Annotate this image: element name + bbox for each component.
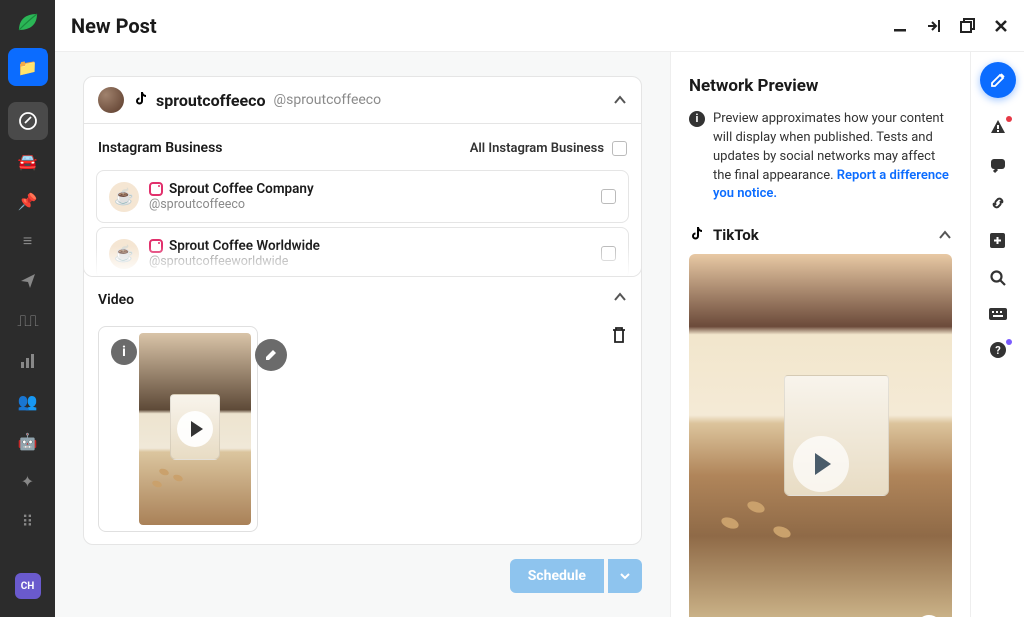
compose-fab[interactable]	[980, 62, 1016, 98]
profile-handle: @sproutcoffeeco	[274, 92, 382, 108]
checkbox[interactable]	[601, 246, 616, 261]
rail-item-pin[interactable]: 📌	[8, 182, 48, 220]
page-title: New Post	[71, 14, 892, 38]
section-instagram-title: Instagram Business	[98, 140, 222, 156]
topbar: New Post	[55, 0, 1024, 52]
preview-info: i Preview approximates how your content …	[689, 110, 952, 204]
chevron-up-icon[interactable]	[613, 292, 627, 308]
schedule-dropdown-button[interactable]	[608, 559, 642, 593]
video-section-title: Video	[98, 292, 134, 308]
option-handle: @sproutcoffeeworldwide	[149, 254, 591, 269]
rail-item-list[interactable]: ≡	[8, 222, 48, 260]
profile-dropdown-body: Instagram Business All Instagram Busines…	[84, 123, 641, 277]
windows-icon[interactable]	[960, 18, 976, 34]
video-section: Video i	[83, 255, 642, 545]
profile-name: sproutcoffeeco	[156, 91, 266, 110]
rail-item-star[interactable]: ✦	[8, 462, 48, 500]
rail-item-dashboard[interactable]: 🚘	[8, 142, 48, 180]
search-icon[interactable]	[989, 269, 1007, 287]
info-icon[interactable]: i	[111, 339, 137, 365]
svg-text:?: ?	[995, 344, 1001, 357]
chevron-up-icon	[613, 95, 627, 105]
profile-picker-header[interactable]: sproutcoffeeco @sproutcoffeeco	[84, 77, 641, 123]
rail-user-avatar[interactable]: CH	[8, 567, 48, 605]
rail-item-send[interactable]	[8, 262, 48, 300]
profile-avatar	[98, 87, 124, 113]
schedule-button[interactable]: Schedule	[510, 559, 604, 593]
main-area: New Post sproutcoffeeco @sproutcoffeeco	[55, 0, 1024, 617]
rail-item-bot[interactable]: 🤖	[8, 422, 48, 460]
preview-network-header[interactable]: TikTok	[689, 226, 952, 254]
checkbox[interactable]	[612, 141, 627, 156]
alert-icon[interactable]	[989, 118, 1007, 136]
minimize-icon[interactable]	[892, 18, 908, 34]
user-badge: CH	[15, 573, 41, 599]
left-nav-rail: 📁 🚘 📌 ≡ ⎍⎍ 👥 🤖 ✦ ⠿ CH	[0, 0, 55, 617]
add-icon[interactable]	[989, 232, 1006, 249]
tiktok-icon	[689, 227, 705, 243]
option-name: Sprout Coffee Worldwide	[169, 238, 320, 254]
preview-column: Network Preview i Preview approximates h…	[670, 52, 970, 617]
option-avatar: ☕	[109, 239, 139, 269]
rail-item-compose[interactable]	[8, 102, 48, 140]
sprout-logo	[13, 8, 43, 46]
compose-footer: Schedule	[83, 545, 642, 593]
instagram-icon	[149, 182, 163, 196]
select-all-instagram[interactable]: All Instagram Business	[470, 141, 627, 156]
compose-column: sproutcoffeeco @sproutcoffeeco Instagram…	[55, 52, 670, 617]
rail-item-analytics[interactable]	[8, 342, 48, 380]
video-thumbnail	[139, 333, 251, 525]
keyboard-icon[interactable]	[988, 307, 1008, 321]
message-icon[interactable]	[989, 156, 1007, 174]
tiktok-icon	[132, 92, 148, 108]
delete-button[interactable]	[611, 326, 627, 344]
preview-title: Network Preview	[689, 76, 952, 96]
play-icon	[177, 411, 213, 447]
rail-item-people[interactable]: 👥	[8, 382, 48, 420]
profile-picker: sproutcoffeeco @sproutcoffeeco Instagram…	[83, 76, 642, 277]
edit-button[interactable]	[255, 339, 287, 371]
option-name: Sprout Coffee Company	[169, 181, 314, 197]
close-icon[interactable]	[994, 19, 1008, 33]
link-icon[interactable]	[989, 194, 1007, 212]
checkbox[interactable]	[601, 189, 616, 204]
profile-option-sprout-worldwide[interactable]: ☕ Sprout Coffee Worldwide @sproutcoffeew…	[96, 227, 629, 277]
help-icon[interactable]: ?	[989, 341, 1007, 359]
option-handle: @sproutcoffeeco	[149, 197, 591, 212]
preview-network-name: TikTok	[713, 226, 759, 244]
rail-item-grid[interactable]: ⠿	[8, 502, 48, 540]
rail-item-audio[interactable]: ⎍⎍	[8, 302, 48, 340]
right-tool-rail: ?	[970, 52, 1024, 617]
chevron-up-icon	[938, 230, 952, 240]
info-icon: i	[689, 111, 705, 127]
video-thumbnail-card[interactable]: i	[98, 326, 258, 532]
rail-item-folder[interactable]: 📁	[8, 48, 48, 86]
preview-media	[689, 254, 952, 617]
instagram-icon	[149, 239, 163, 253]
play-icon	[793, 436, 849, 492]
profile-option-sprout-company[interactable]: ☕ Sprout Coffee Company @sproutcoffeeco	[96, 170, 629, 223]
option-avatar: ☕	[109, 182, 139, 212]
collapse-right-icon[interactable]	[926, 18, 942, 34]
